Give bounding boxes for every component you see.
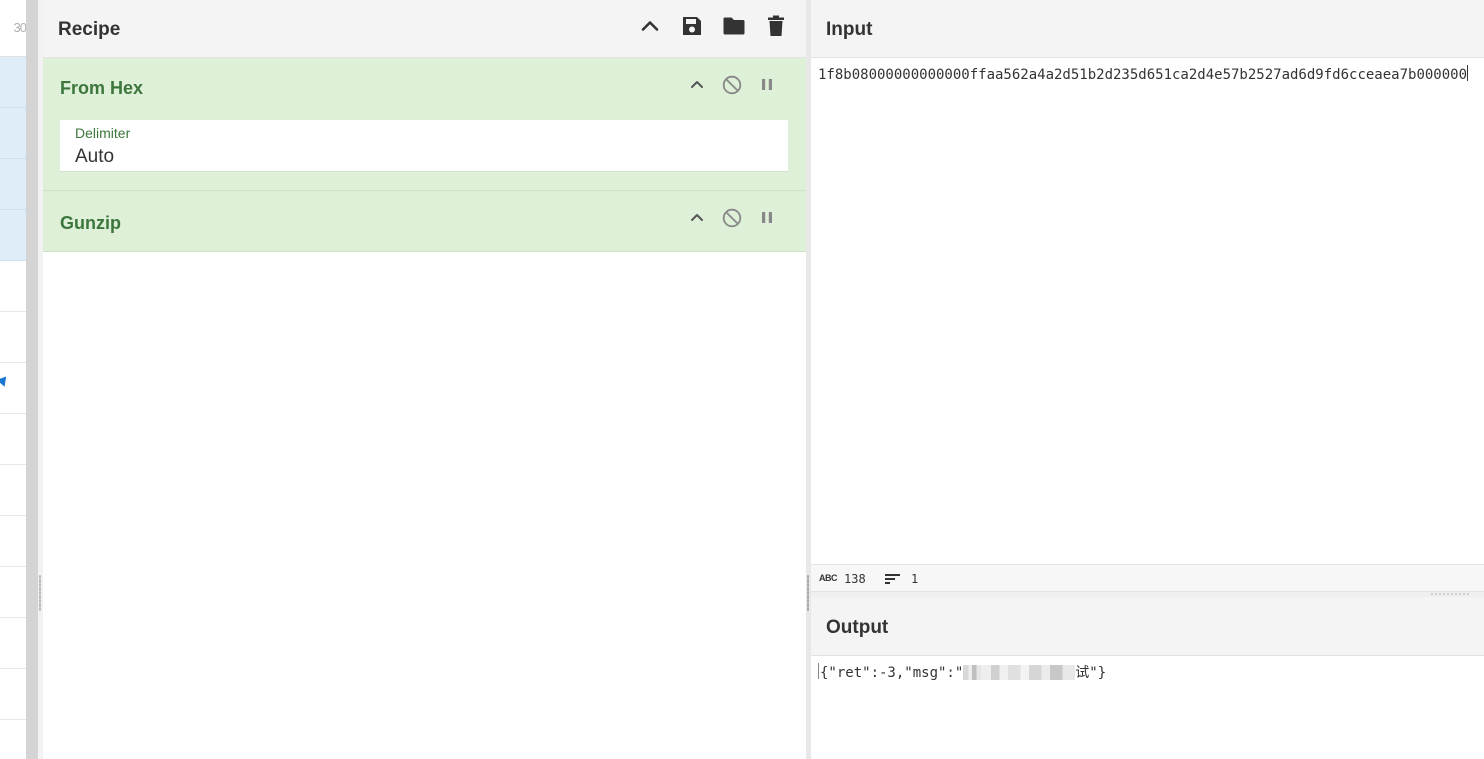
operation-list-item[interactable] xyxy=(0,618,26,669)
input-textarea[interactable]: 1f8b08000000000000ffaa562a4a2d51b2d235d6… xyxy=(811,58,1484,564)
input-length: 138 xyxy=(844,572,866,586)
redacted-text xyxy=(991,665,1076,680)
chevron-up-icon[interactable] xyxy=(638,14,662,38)
operation-list-item[interactable] xyxy=(0,159,26,210)
output-text-prefix: {"ret":-3,"msg":" xyxy=(820,665,964,681)
pause-icon[interactable] xyxy=(756,74,778,96)
operation-list-item[interactable] xyxy=(0,261,26,312)
operations-search-row[interactable]: 30 xyxy=(0,0,26,57)
disable-icon[interactable] xyxy=(721,207,743,229)
input-title: Input xyxy=(826,19,873,40)
recipe-operation-from-hex[interactable]: From Hex Delimiter Auto xyxy=(43,58,806,191)
operation-name: From Hex xyxy=(60,78,144,98)
redacted-text xyxy=(963,665,982,680)
operation-list-item[interactable] xyxy=(0,669,26,720)
scrollbar[interactable] xyxy=(26,0,38,759)
recipe-title: Recipe xyxy=(58,19,121,40)
input-line-count: 1 xyxy=(911,572,919,586)
pause-icon[interactable] xyxy=(756,207,778,229)
delimiter-label: Delimiter xyxy=(75,125,131,141)
io-pane: Input 1f8b08000000000000ffaa562a4a2d51b2… xyxy=(811,0,1484,759)
operations-count: 30 xyxy=(13,20,26,35)
chevron-up-icon[interactable] xyxy=(686,207,708,229)
text-cursor xyxy=(818,663,819,679)
operation-list-item[interactable] xyxy=(0,108,26,159)
recipe-header: Recipe xyxy=(43,0,806,58)
recipe-pane: Recipe From Hex Delimiter Auto Gunzip xyxy=(43,0,806,759)
input-status-bar: ABC 138 1 xyxy=(811,564,1484,592)
operation-list-item[interactable] xyxy=(0,363,26,414)
operation-list-item[interactable] xyxy=(0,57,26,108)
folder-icon[interactable] xyxy=(722,14,746,38)
operation-list-item[interactable] xyxy=(0,312,26,363)
input-text: 1f8b08000000000000ffaa562a4a2d51b2d235d6… xyxy=(818,67,1468,83)
operation-list-item[interactable] xyxy=(0,414,26,465)
delimiter-field[interactable]: Delimiter Auto xyxy=(60,120,788,172)
text-cursor xyxy=(1467,65,1469,81)
redacted-text xyxy=(981,665,992,680)
output-textarea[interactable]: {"ret":-3,"msg":" 试"} xyxy=(818,661,1106,685)
operation-list-item[interactable] xyxy=(0,516,26,567)
recipe-operation-gunzip[interactable]: Gunzip xyxy=(43,191,806,252)
output-header: Output xyxy=(811,597,1484,656)
operation-list-item[interactable] xyxy=(0,567,26,618)
operation-name: Gunzip xyxy=(60,213,121,233)
trash-icon[interactable] xyxy=(764,14,788,38)
lines-icon xyxy=(885,573,900,585)
operation-list-item[interactable] xyxy=(0,210,26,261)
input-header: Input xyxy=(811,0,1484,58)
chevron-up-icon[interactable] xyxy=(686,74,708,96)
output-text-suffix: 试"} xyxy=(1075,665,1107,681)
delimiter-value[interactable]: Auto xyxy=(75,146,114,168)
operation-list-item[interactable] xyxy=(0,465,26,516)
output-title: Output xyxy=(826,617,889,638)
save-icon[interactable] xyxy=(680,14,704,38)
disable-icon[interactable] xyxy=(721,74,743,96)
text-length-icon: ABC xyxy=(819,573,838,583)
operations-list: 30 xyxy=(0,0,26,759)
